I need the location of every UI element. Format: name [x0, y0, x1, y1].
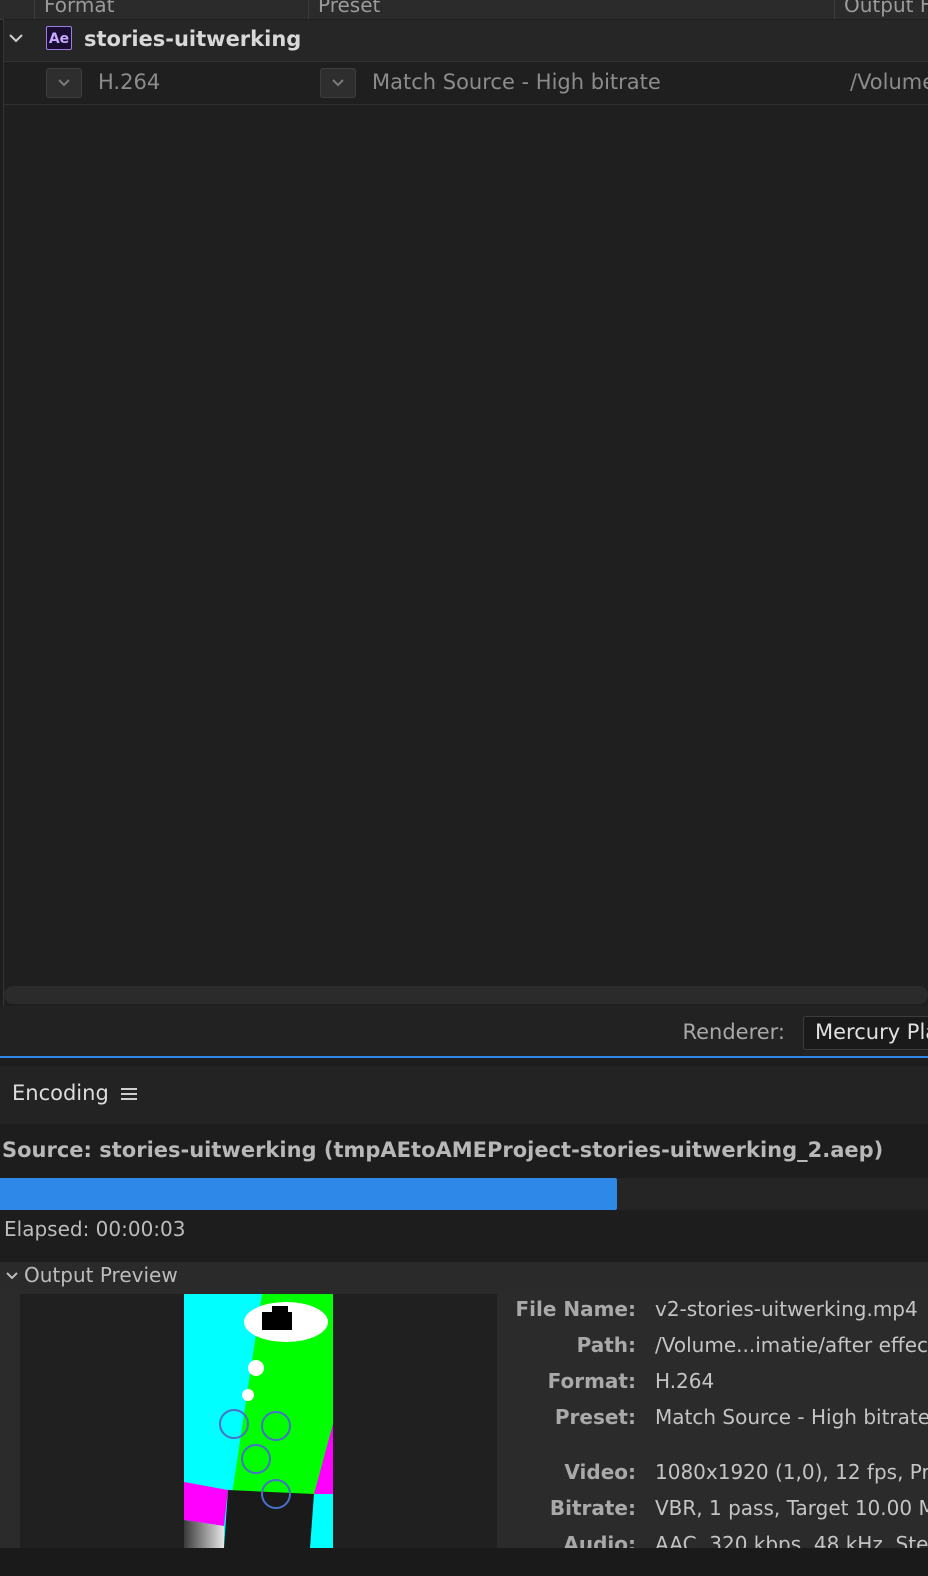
path-value: /Volume...imatie/after effects [655, 1333, 928, 1357]
column-separator [34, 0, 35, 19]
renderer-bar [0, 1006, 928, 1056]
chevron-down-icon[interactable] [6, 28, 26, 48]
preset-value: Match Source - High bitrate [655, 1405, 928, 1429]
tab-encoding[interactable]: Encoding [12, 1081, 109, 1105]
column-header-preset[interactable]: Preset [318, 0, 380, 17]
column-separator [308, 0, 309, 19]
format-label: Format: [547, 1369, 636, 1393]
encoding-tab-bar [0, 1066, 928, 1124]
encoding-source: Source: stories-uitwerking (tmpAEtoAMEPr… [2, 1138, 884, 1162]
video-label: Video: [564, 1460, 636, 1484]
path-label: Path: [576, 1333, 636, 1357]
horizontal-scrollbar[interactable] [4, 986, 928, 1004]
queue-column-header: Format Preset Output F [0, 0, 928, 20]
output-format[interactable]: H.264 [98, 70, 160, 94]
file-name-label: File Name: [515, 1297, 636, 1321]
chevron-down-icon [332, 79, 344, 87]
format-value: H.264 [655, 1369, 715, 1393]
column-separator [834, 0, 835, 19]
output-file-path[interactable]: /Volume [850, 70, 928, 94]
progress-bar [0, 1178, 617, 1210]
after-effects-icon: Ae [46, 26, 72, 50]
file-name-value: v2-stories-uitwerking.mp4 [655, 1297, 918, 1321]
preset-dropdown-button[interactable] [320, 68, 356, 98]
renderer-select-value[interactable]: Mercury Pla [815, 1020, 928, 1044]
bitrate-value: VBR, 1 pass, Target 10.00 Mbps [655, 1496, 928, 1520]
output-preset[interactable]: Match Source - High bitrate [372, 70, 661, 94]
queue-list [3, 19, 928, 1006]
elapsed-time: Elapsed: 00:00:03 [4, 1217, 186, 1241]
chevron-down-icon[interactable] [4, 1268, 20, 1284]
panel-bottom-edge [0, 1548, 928, 1576]
output-preview-title[interactable]: Output Preview [24, 1263, 178, 1287]
column-header-output[interactable]: Output F [844, 0, 928, 17]
project-name: stories-uitwerking [84, 27, 302, 51]
preview-thumbnail [184, 1294, 333, 1548]
column-header-format[interactable]: Format [44, 0, 114, 17]
bitrate-label: Bitrate: [549, 1496, 636, 1520]
video-value: 1080x1920 (1,0), 12 fps, Prog [655, 1460, 928, 1484]
format-dropdown-button[interactable] [46, 68, 82, 98]
panel-menu-icon[interactable] [120, 1086, 138, 1102]
chevron-down-icon [58, 79, 70, 87]
preset-label: Preset: [554, 1405, 636, 1429]
renderer-label: Renderer: [682, 1020, 785, 1044]
